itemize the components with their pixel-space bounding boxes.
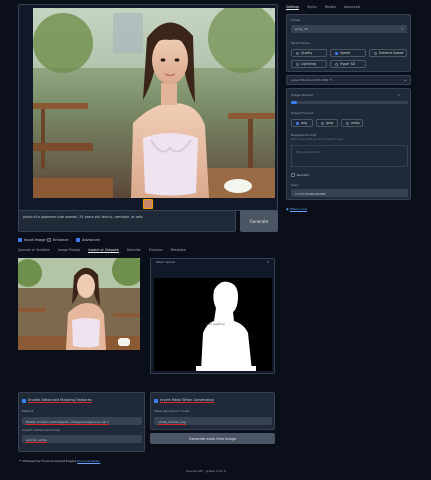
radio-icon [296, 121, 299, 125]
preset-select[interactable]: pony_v6 ▾ [291, 25, 407, 33]
generated-image[interactable] [33, 8, 275, 198]
tab-models[interactable]: Models [325, 5, 336, 10]
mask-close-icon[interactable]: ✕ [267, 260, 270, 264]
seed-input[interactable]: 1771579186184984 [291, 189, 408, 197]
checkbox-icon[interactable] [47, 238, 51, 242]
checkbox-icon[interactable] [22, 398, 26, 403]
image-number-label: Image Number [291, 93, 314, 97]
performance-label: Performance [291, 41, 311, 45]
input-tabs: Upscale or Variation Image Prompt Inpain… [18, 248, 278, 253]
tab-image-prompt[interactable]: Image Prompt [58, 248, 80, 253]
output-format-label: Output Format [291, 111, 313, 115]
perf-hyper-sd[interactable]: Hyper SD [330, 60, 366, 68]
mask-upload-panel[interactable]: Mask Upload ✕ dont painting [150, 258, 275, 374]
generate-mask-button[interactable]: Generate mask from image [150, 433, 275, 444]
footer-note: ** Powered by Fooocus Inpaint Engine Doc… [19, 459, 101, 463]
method-label: Method [22, 409, 34, 413]
settings-tabs: Settings Styles Models Advanced [286, 5, 360, 10]
random-seed-option[interactable]: Random [291, 173, 309, 177]
radio-icon [374, 51, 377, 55]
aspect-ratios-label: Aspect Ratios 1152×896 ⁹⁄₇ [291, 78, 333, 82]
negative-prompt-info: Describing what you do not want to see. [291, 138, 344, 141]
format-webp[interactable]: webp [341, 119, 363, 127]
checkbox-icon[interactable] [76, 238, 80, 242]
documentation-link[interactable]: Documentation [77, 459, 100, 463]
tab-metadata[interactable]: Metadata [171, 248, 186, 253]
perf-speed[interactable]: Speed [330, 49, 366, 57]
preset-panel: Preset pony_v6 ▾ Performance Quality Spe… [286, 14, 411, 72]
perf-quality[interactable]: Quality [291, 49, 327, 57]
mask-model-label: Mask generation model [154, 409, 190, 413]
preset-label: Preset [291, 18, 301, 22]
seed-label: Seed [291, 183, 299, 187]
perf-extreme-speed[interactable]: Extreme Speed [369, 49, 407, 57]
tab-describe[interactable]: Describe [127, 248, 141, 253]
aspect-ratios-accordion[interactable]: Aspect Ratios 1152×896 ⁹⁄₇ ◂ [286, 75, 411, 85]
expand-icon: ◂ [404, 78, 406, 82]
radio-icon [296, 62, 299, 66]
prompt-input[interactable]: photo of a japanese cute woman, 25 years… [18, 210, 236, 232]
negative-prompt-input[interactable]: Type prompt here. [291, 145, 408, 167]
gallery-frame: ✕ [18, 4, 278, 211]
generation-settings-panel: Image Number 1 Output Format png jpeg we… [286, 88, 411, 200]
tab-settings[interactable]: Settings [286, 5, 300, 10]
prompt-text: photo of a japanese cute woman, 25 years… [23, 215, 143, 219]
additional-prompt-input[interactable]: woman, smile [22, 435, 142, 443]
bottom-credits: Use via API · gradio 4.31.5 [186, 469, 226, 473]
checkbox-icon[interactable] [154, 398, 158, 403]
option-enhance[interactable]: Enhance [47, 238, 69, 242]
slider-fill [291, 101, 297, 104]
format-jpeg[interactable]: jpeg [316, 119, 338, 127]
radio-icon [346, 121, 349, 125]
tab-enhance[interactable]: Enhance [149, 248, 163, 253]
method-select[interactable]: Modify Content (add objects, change back… [22, 417, 142, 425]
perf-lightning[interactable]: Lightning [291, 60, 327, 68]
checkbox-icon[interactable] [291, 173, 295, 177]
history-icon: ▣ [286, 207, 289, 211]
enable-advanced-masking[interactable]: Enable Advanced Masking Features [22, 398, 92, 403]
history-log-link[interactable]: ▣ History Log [286, 207, 307, 211]
mask-text: dont painting [206, 322, 225, 326]
inpaint-options-left: Enable Advanced Masking Features Method … [18, 392, 145, 452]
mask-upload-title: Mask Upload [156, 260, 176, 264]
tab-advanced[interactable]: Advanced [344, 5, 360, 10]
radio-icon [335, 51, 338, 55]
radio-icon [321, 121, 324, 125]
chevron-down-icon: ▾ [401, 27, 403, 31]
additional-prompt-label: Inpaint Additional Prompt [22, 428, 61, 432]
option-input-image[interactable]: Input Image [18, 238, 46, 242]
image-number-value[interactable]: 1 [398, 93, 400, 97]
checkbox-icon[interactable] [18, 238, 22, 242]
gallery-thumbnail[interactable] [143, 199, 153, 209]
image-number-slider[interactable] [291, 101, 408, 104]
tab-inpaint[interactable]: Inpaint or Outpaint [88, 248, 119, 253]
inpaint-image[interactable] [18, 258, 140, 350]
option-advanced[interactable]: Advanced [76, 238, 100, 242]
format-png[interactable]: png [291, 119, 313, 127]
inpaint-options-right: Invert Mask When Generating Mask generat… [150, 392, 275, 430]
invert-mask-option[interactable]: Invert Mask When Generating [154, 398, 214, 403]
gallery-close-icon[interactable]: ✕ [270, 7, 273, 11]
tab-upscale[interactable]: Upscale or Variation [18, 248, 50, 253]
radio-icon [335, 62, 338, 66]
radio-icon [296, 51, 299, 55]
generate-button[interactable]: Generate [240, 210, 278, 232]
tab-styles[interactable]: Styles [307, 5, 317, 10]
mask-model-select[interactable]: u2net_human_seg [154, 417, 272, 425]
negative-prompt-label: Negative Prompt [291, 133, 317, 137]
